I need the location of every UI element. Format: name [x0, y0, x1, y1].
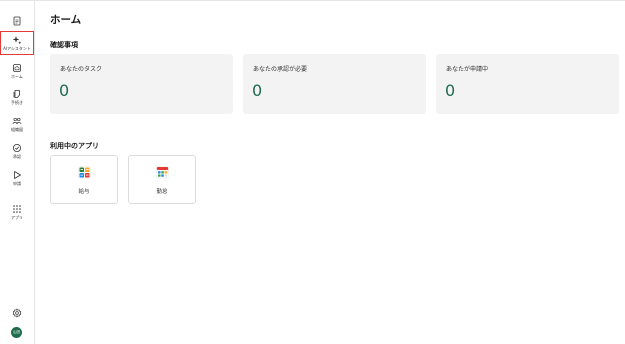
apps-grid-icon	[12, 204, 22, 214]
org-chart-icon	[12, 116, 22, 126]
app-label: 勤怠	[156, 189, 168, 195]
settings-button[interactable]	[0, 308, 34, 318]
ai-sparkle-icon	[12, 35, 22, 45]
sidebar-item-label: ホーム	[11, 74, 23, 79]
document-icon	[12, 16, 22, 26]
sidebar-item-label: AIアシスタント	[3, 45, 31, 51]
approve-icon	[12, 143, 22, 153]
card-count: 0	[445, 81, 456, 100]
avatar[interactable]: 山田	[11, 327, 22, 338]
sidebar-item-label: 承認	[13, 154, 21, 159]
procedure-icon	[12, 89, 22, 99]
sidebar-item-home[interactable]: ホーム	[0, 63, 34, 80]
sidebar: AIアシスタント ホーム 手続き 組織図 承認 申請 アプリ 山田	[0, 1, 35, 344]
sidebar-item-ai-assistant[interactable]: AIアシスタント	[0, 31, 34, 55]
card-label: あなたのタスク	[60, 66, 103, 73]
home-icon	[12, 63, 22, 73]
applying-card[interactable]: あなたが申請中 0	[436, 54, 619, 114]
approval-needed-card[interactable]: あなたの承認が必要 0	[243, 54, 426, 114]
app-tile-payroll[interactable]: 給与	[50, 155, 118, 204]
sidebar-item-apps[interactable]: アプリ	[0, 204, 34, 221]
gear-icon	[12, 308, 22, 318]
page-title: ホーム	[50, 14, 82, 26]
task-card[interactable]: あなたのタスク 0	[50, 54, 233, 114]
app-label: 給与	[78, 189, 90, 195]
sidebar-item-label: アプリ	[11, 215, 23, 220]
sidebar-item-label: 申請	[13, 181, 21, 186]
confirm-section-title: 確認事項	[50, 41, 78, 49]
card-label: あなたの承認が必要	[253, 66, 308, 73]
card-count: 0	[59, 81, 70, 100]
card-count: 0	[252, 81, 263, 100]
sidebar-item-org-chart[interactable]: 組織図	[0, 116, 34, 133]
sidebar-item-document[interactable]	[0, 16, 34, 26]
card-label: あなたが申請中	[446, 66, 489, 73]
sidebar-item-send[interactable]: 申請	[0, 170, 34, 187]
apps-section-title: 利用中のアプリ	[50, 142, 99, 150]
sidebar-item-label: 手続き	[11, 100, 23, 105]
top-divider	[0, 0, 625, 1]
send-icon	[12, 170, 22, 180]
app-tile-attendance[interactable]: 勤怠	[128, 155, 196, 204]
sidebar-item-label: 組織図	[11, 127, 23, 132]
sidebar-item-approve[interactable]: 承認	[0, 143, 34, 160]
sidebar-item-procedure[interactable]: 手続き	[0, 89, 34, 106]
